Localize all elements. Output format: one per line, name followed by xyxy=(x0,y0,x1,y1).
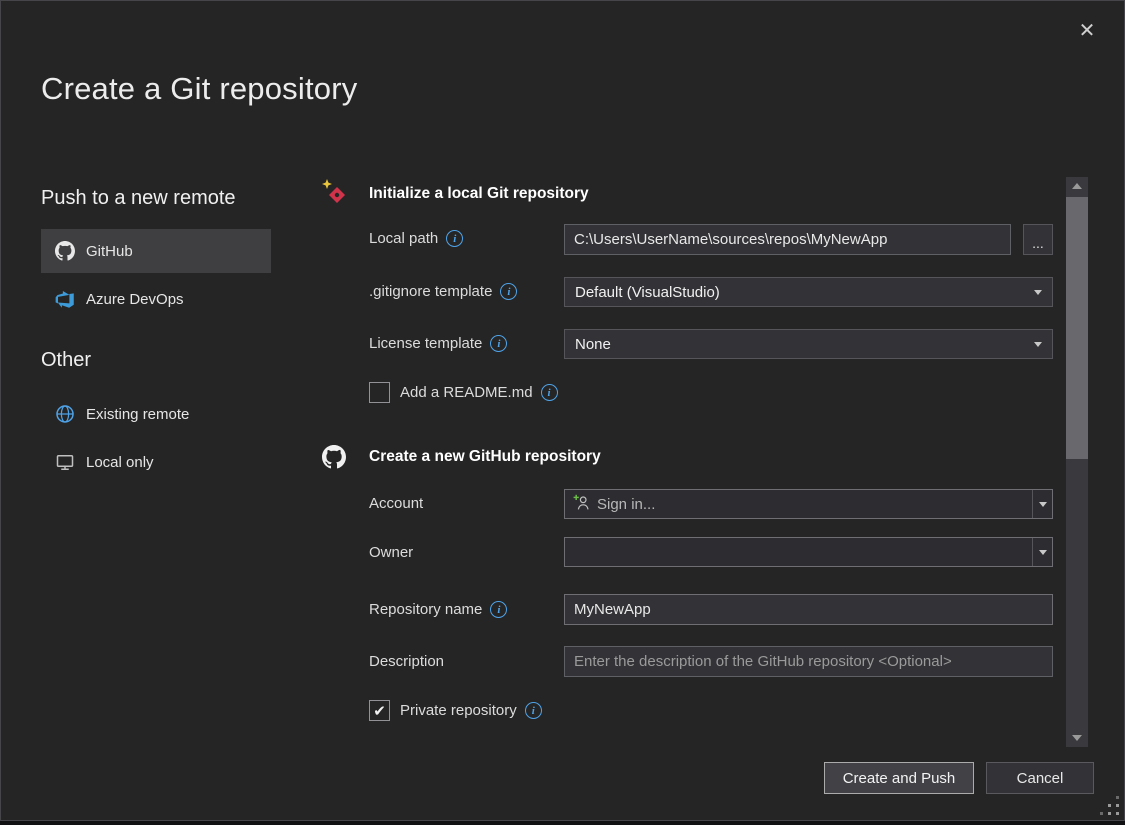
create-and-push-button[interactable]: Create and Push xyxy=(824,762,974,794)
sidebar-item-github[interactable]: GitHub xyxy=(41,229,271,273)
owner-label-row: Owner xyxy=(369,544,413,561)
gitignore-template-label: .gitignore template xyxy=(369,283,492,300)
sidebar-item-azure-devops[interactable]: Azure DevOps xyxy=(41,279,271,319)
private-repository-label: Private repository xyxy=(400,702,517,719)
check-icon: ✔ xyxy=(373,702,386,720)
chevron-down-icon xyxy=(1034,342,1042,347)
description-label-row: Description xyxy=(369,653,444,670)
github-section-icon xyxy=(322,445,346,474)
local-path-label: Local path xyxy=(369,230,438,247)
chevron-down-icon xyxy=(1039,502,1047,507)
create-git-repository-dialog: ✕ Create a Git repository Push to a new … xyxy=(0,0,1125,821)
cancel-button[interactable]: Cancel xyxy=(986,762,1094,794)
info-icon[interactable]: i xyxy=(500,283,517,300)
browse-button[interactable]: ... xyxy=(1023,224,1053,255)
info-icon[interactable]: i xyxy=(490,601,507,618)
account-label: Account xyxy=(369,495,423,512)
chevron-down-icon xyxy=(1039,550,1047,555)
description-label: Description xyxy=(369,653,444,670)
owner-label: Owner xyxy=(369,544,413,561)
page-title: Create a Git repository xyxy=(41,71,357,107)
repository-name-input[interactable] xyxy=(564,594,1053,625)
info-icon[interactable]: i xyxy=(490,335,507,352)
license-template-dropdown[interactable]: None xyxy=(564,329,1053,359)
sidebar-heading-other: Other xyxy=(41,349,91,372)
private-repository-label-row: Private repository i xyxy=(400,702,542,719)
github-icon xyxy=(55,241,75,261)
initialize-section-heading: Initialize a local Git repository xyxy=(369,185,589,203)
account-label-row: Account xyxy=(369,495,423,512)
license-label-row: License template i xyxy=(369,335,507,352)
repository-name-label-row: Repository name i xyxy=(369,601,507,618)
license-template-value: None xyxy=(575,336,1034,353)
github-section-heading: Create a new GitHub repository xyxy=(369,448,601,466)
sidebar-item-local-only[interactable]: Local only xyxy=(41,443,271,481)
chevron-down-icon xyxy=(1034,290,1042,295)
scrollbar-thumb[interactable] xyxy=(1066,197,1088,459)
owner-dropdown[interactable] xyxy=(564,537,1053,567)
local-path-input[interactable] xyxy=(564,224,1011,255)
account-dropdown[interactable]: Sign in... xyxy=(564,489,1053,519)
sidebar-item-existing-remote[interactable]: Existing remote xyxy=(41,395,271,433)
repository-name-label: Repository name xyxy=(369,601,482,618)
license-template-label: License template xyxy=(369,335,482,352)
private-repository-checkbox[interactable]: ✔ xyxy=(369,700,390,721)
info-icon[interactable]: i xyxy=(525,702,542,719)
new-repository-icon xyxy=(321,179,348,211)
scroll-up-icon[interactable] xyxy=(1066,177,1088,195)
sidebar-item-label: Local only xyxy=(86,454,154,471)
sidebar-item-label: Existing remote xyxy=(86,406,189,423)
close-icon[interactable]: ✕ xyxy=(1072,15,1102,45)
gitignore-template-value: Default (VisualStudio) xyxy=(575,284,1034,301)
add-readme-checkbox[interactable] xyxy=(369,382,390,403)
account-value: Sign in... xyxy=(597,496,655,513)
info-icon[interactable]: i xyxy=(446,230,463,247)
gitignore-template-dropdown[interactable]: Default (VisualStudio) xyxy=(564,277,1053,307)
sidebar-item-label: GitHub xyxy=(86,243,133,260)
info-icon[interactable]: i xyxy=(541,384,558,401)
resize-grip[interactable] xyxy=(1116,812,1119,815)
add-readme-label: Add a README.md xyxy=(400,384,533,401)
scroll-down-icon[interactable] xyxy=(1066,729,1088,747)
computer-icon xyxy=(55,452,75,472)
add-readme-label-row: Add a README.md i xyxy=(400,384,558,401)
azure-devops-icon xyxy=(55,289,75,309)
sign-in-person-icon xyxy=(573,494,590,515)
sidebar-item-label: Azure DevOps xyxy=(86,291,184,308)
globe-icon xyxy=(55,404,75,424)
sidebar-heading-push-remote: Push to a new remote xyxy=(41,187,236,210)
description-input[interactable] xyxy=(564,646,1053,677)
gitignore-label-row: .gitignore template i xyxy=(369,283,517,300)
local-path-label-row: Local path i xyxy=(369,230,463,247)
scrollbar-track[interactable] xyxy=(1066,177,1088,747)
